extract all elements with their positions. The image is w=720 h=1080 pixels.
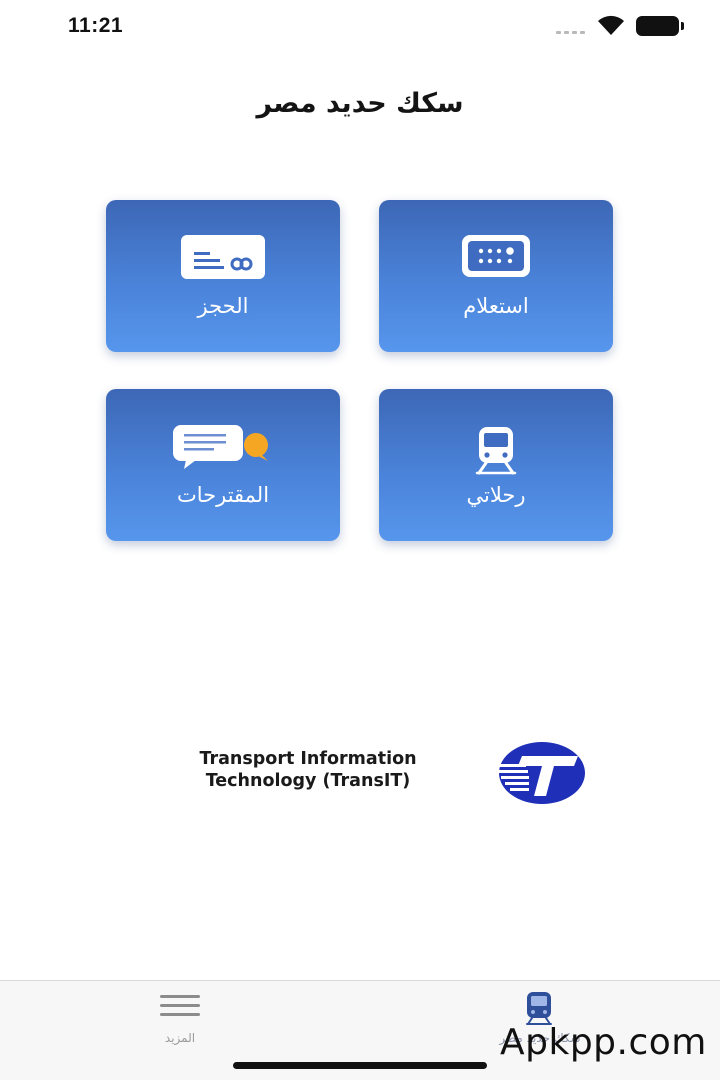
inquiry-label: استعلام [463,294,529,318]
suggestions-tile[interactable]: المقترحات [106,389,340,541]
company-name-line2: Technology (TransIT) [205,771,411,791]
tab-more-label: المزيد [164,1031,196,1045]
chat-bubbles-icon [173,425,268,469]
home-indicator[interactable] [233,1062,487,1069]
ticket-card-icon [181,235,265,279]
company-name-line1: Transport Information [199,749,417,769]
menu-icon [160,995,200,1017]
booking-tile[interactable]: الحجز [106,200,340,352]
company-name: Transport Information Technology (TransI… [140,748,476,792]
watermark: Apkpp.com [500,1022,707,1063]
signal-icon [556,24,588,34]
suggestions-label: المقترحات [176,483,270,507]
inquiry-tile[interactable]: استعلام [379,200,613,352]
timetable-board-icon [462,235,530,277]
page-title: سكك حديد مصر [256,88,464,119]
my-trips-tile[interactable]: رحلاتي [379,389,613,541]
battery-icon [636,16,684,36]
status-time: 11:21 [68,14,124,37]
transit-logo [496,742,585,804]
wifi-icon [598,15,624,35]
booking-label: الحجز [197,294,249,318]
my-trips-label: رحلاتي [466,483,526,507]
train-icon [475,427,517,475]
status-bar: 11:21 [0,0,720,56]
tab-more[interactable]: المزيد [105,989,255,1049]
train-icon [526,992,552,1025]
